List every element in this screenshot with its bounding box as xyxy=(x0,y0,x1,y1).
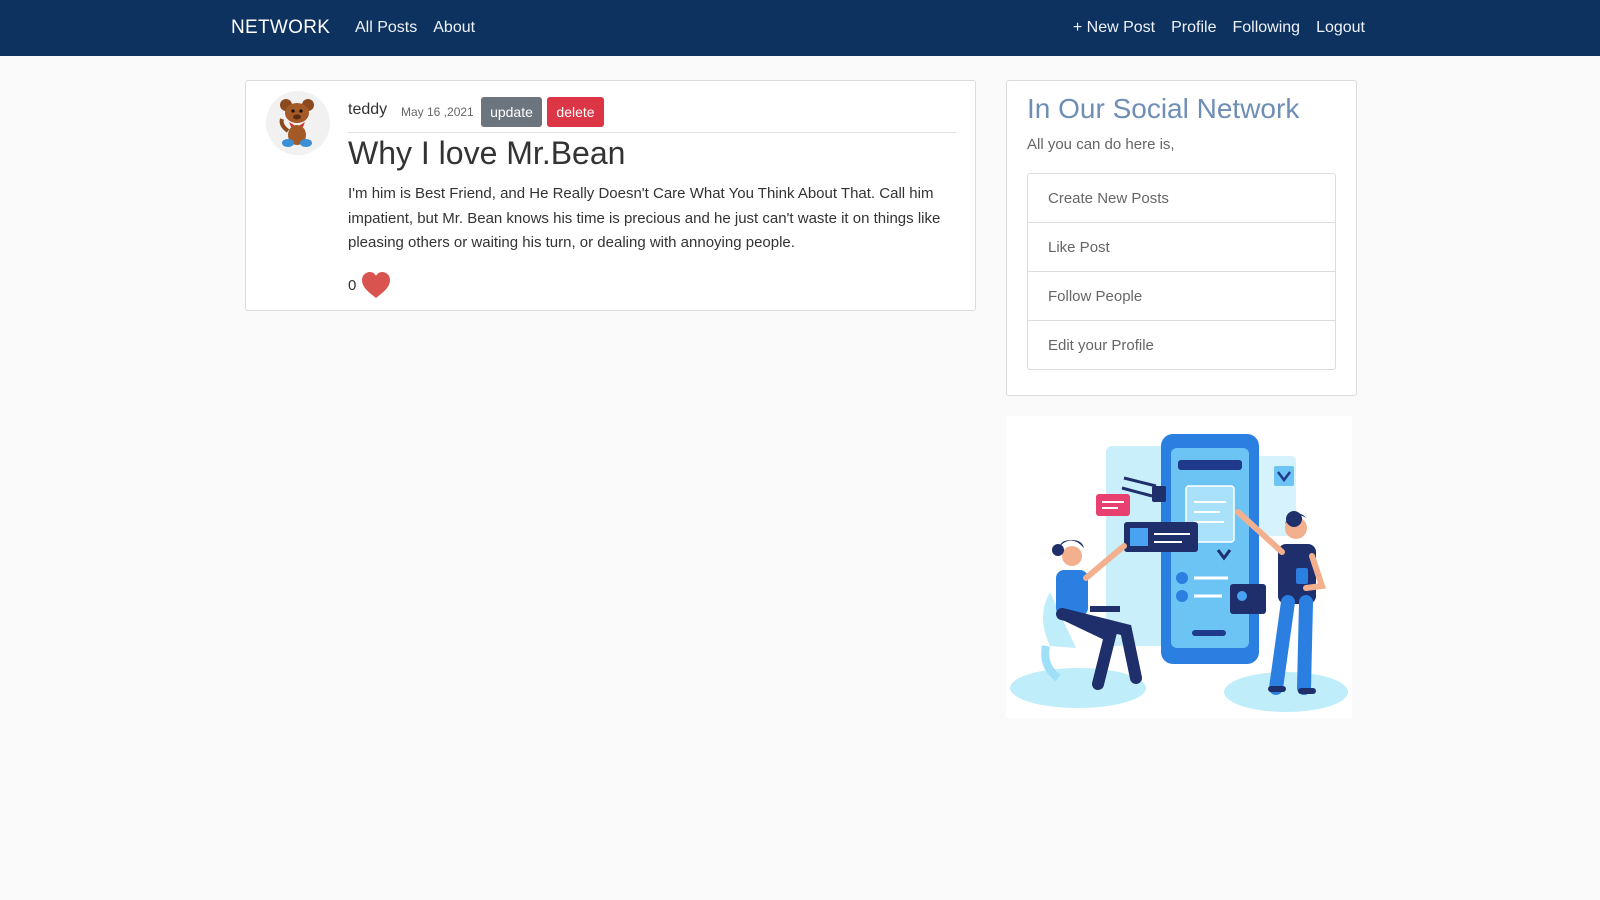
delete-button[interactable]: delete xyxy=(547,97,604,127)
info-title: In Our Social Network xyxy=(1027,93,1300,124)
nav-new-post[interactable]: + New Post xyxy=(1073,19,1155,37)
post-author[interactable]: teddy xyxy=(348,101,387,119)
like-section: 0 xyxy=(348,270,392,300)
nav-all-posts[interactable]: All Posts xyxy=(355,19,417,37)
update-button[interactable]: update xyxy=(481,97,542,127)
feature-list: Create New Posts Like Post Follow People… xyxy=(1027,173,1336,370)
feature-follow-people: Follow People xyxy=(1028,272,1335,321)
nav-about[interactable]: About xyxy=(433,19,475,37)
social-network-illustration xyxy=(1006,416,1352,718)
nav-right: + New Post Profile Following Logout xyxy=(1073,19,1365,37)
nav-profile[interactable]: Profile xyxy=(1171,19,1216,37)
nav-logout[interactable]: Logout xyxy=(1316,19,1365,37)
post-date: May 16 ,2021 xyxy=(401,105,474,119)
post-card: teddy May 16 ,2021 update delete Why I l… xyxy=(245,80,976,311)
feature-like-post: Like Post xyxy=(1028,223,1335,272)
heart-icon[interactable] xyxy=(360,270,392,300)
info-subtitle: All you can do here is, xyxy=(1027,136,1175,153)
feature-edit-profile: Edit your Profile xyxy=(1048,337,1154,354)
like-count: 0 xyxy=(348,276,357,294)
brand-logo[interactable]: NETWORK xyxy=(231,17,330,39)
navbar: NETWORK All Posts About + New Post Profi… xyxy=(0,0,1600,56)
feature-create-posts: Create New Posts xyxy=(1028,174,1335,223)
teddy-bear-icon[interactable] xyxy=(266,91,330,155)
nav-left: All Posts About xyxy=(355,19,475,37)
info-card: In Our Social Network All you can do her… xyxy=(1006,80,1357,396)
nav-following[interactable]: Following xyxy=(1232,19,1300,37)
post-body: I'm him is Best Friend, and He Really Do… xyxy=(348,185,941,251)
post-title: Why I love Mr.Bean xyxy=(348,135,626,171)
post-header: teddy May 16 ,2021 update delete xyxy=(348,97,956,133)
